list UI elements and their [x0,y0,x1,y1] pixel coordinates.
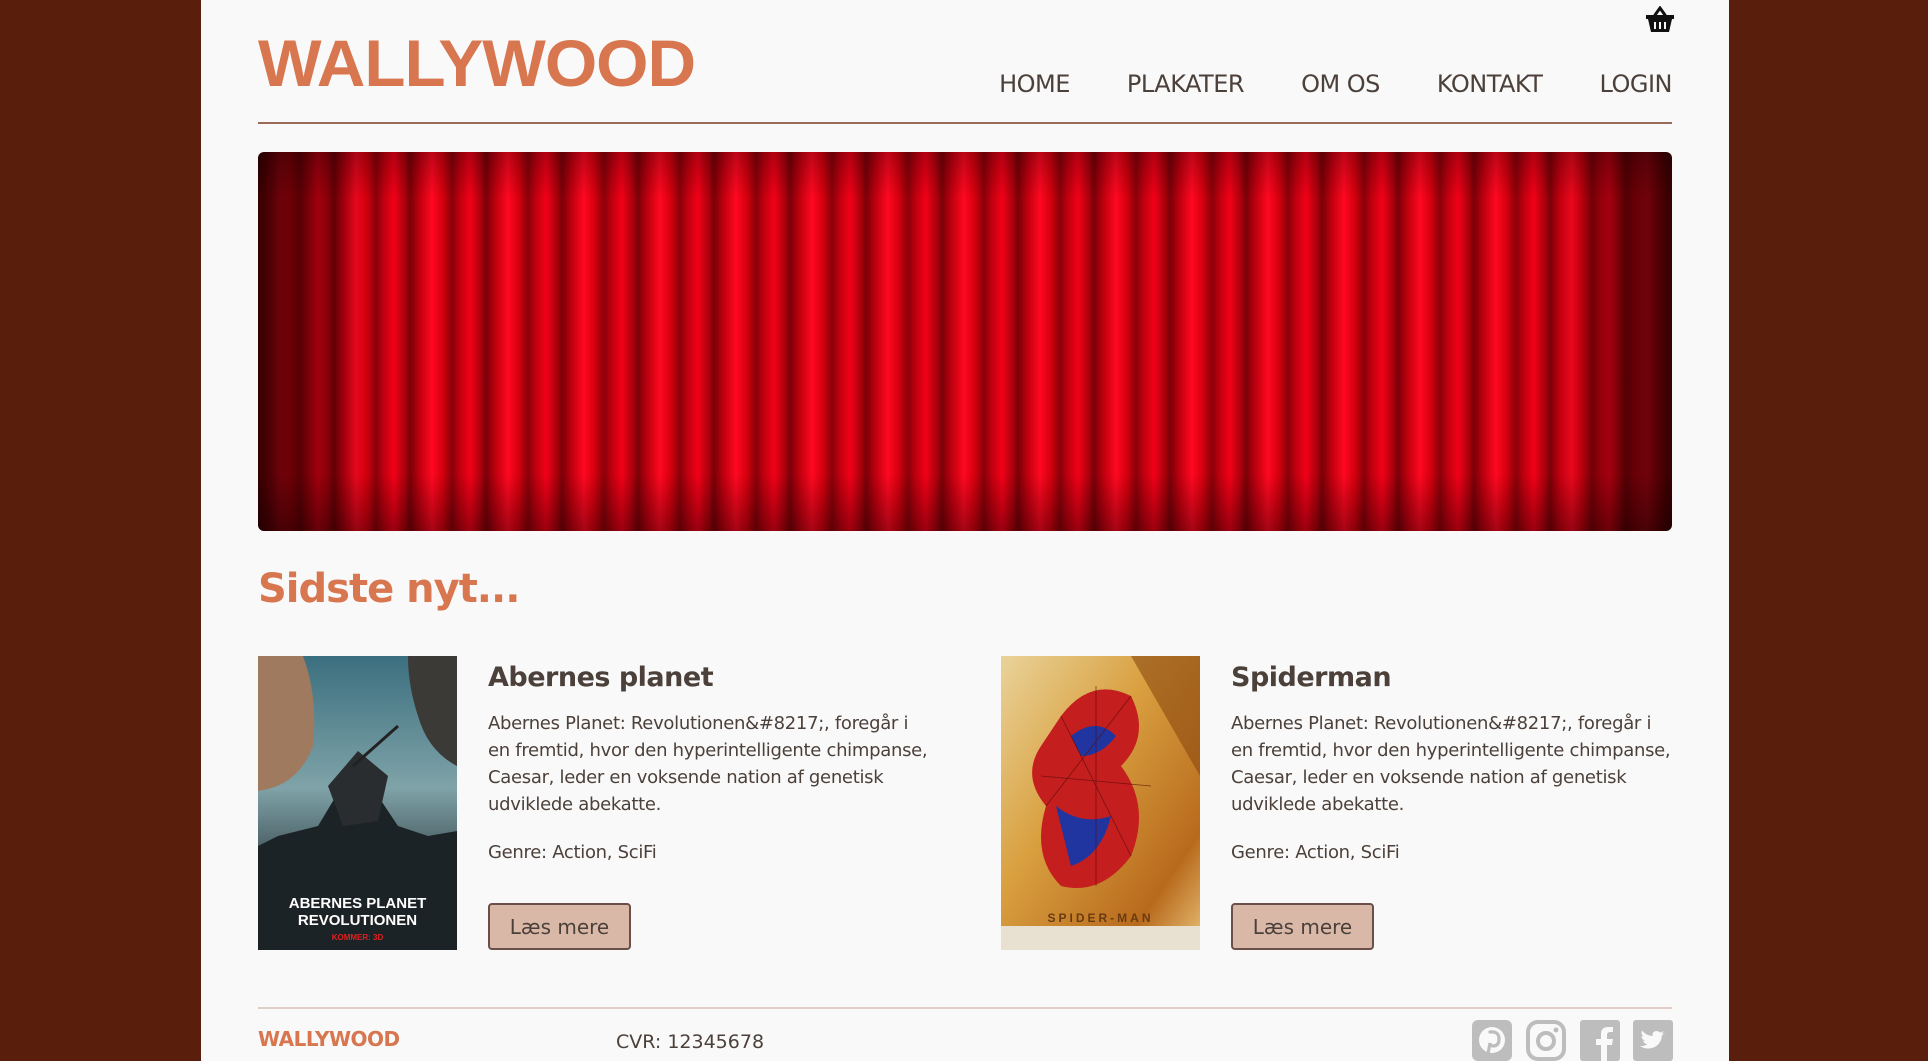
section-title-news: Sidste nyt... [258,566,520,612]
nav-item-om-os[interactable]: OM OS [1301,70,1380,98]
read-more-button[interactable]: Læs mere [488,903,631,950]
page-container: WALLYWOOD HOME PLAKATER OM OS KONTAKT LO… [201,0,1729,1061]
read-more-button[interactable]: Læs mere [1231,903,1374,950]
nav-item-home[interactable]: HOME [999,70,1070,98]
instagram-icon[interactable] [1526,1020,1566,1061]
svg-text:REVOLUTIONEN: REVOLUTIONEN [298,912,417,929]
basket-icon[interactable] [1644,6,1676,34]
footer-divider [258,1007,1672,1009]
card-genre: Genre: Action, SciFi [1231,842,1400,863]
twitter-icon[interactable] [1633,1020,1673,1061]
site-logo[interactable]: WALLYWOOD [258,30,696,96]
card-title: Spiderman [1231,662,1392,693]
card-description: Abernes Planet: Revolutionen&#8217;, for… [1231,713,1671,815]
card-title: Abernes planet [488,662,714,693]
hero-curtain-image [258,152,1672,531]
footer-logo: WALLYWOOD [258,1027,400,1051]
poster-abernes-planet[interactable]: ABERNES PLANET REVOLUTIONEN KOMMER: 3D [258,656,457,950]
footer-cvr: CVR: 12345678 [616,1031,765,1053]
svg-text:ABERNES PLANET: ABERNES PLANET [289,895,427,912]
card-genre: Genre: Action, SciFi [488,842,657,863]
card-description: Abernes Planet: Revolutionen&#8217;, for… [488,713,928,815]
svg-text:SPIDER-MAN: SPIDER-MAN [1047,911,1153,925]
news-card: ABERNES PLANET REVOLUTIONEN KOMMER: 3D A… [258,656,958,950]
poster-spiderman[interactable]: SPIDER-MAN [1001,656,1200,950]
nav-item-login[interactable]: LOGIN [1599,70,1672,98]
pinterest-icon[interactable] [1472,1020,1512,1061]
news-card: SPIDER-MAN Spiderman Abernes Planet: Rev… [1001,656,1701,950]
nav-item-kontakt[interactable]: KONTAKT [1437,70,1543,98]
main-nav: HOME PLAKATER OM OS KONTAKT LOGIN [942,70,1672,98]
facebook-icon[interactable] [1580,1020,1620,1061]
svg-text:KOMMER: 3D: KOMMER: 3D [332,933,384,942]
header-divider [258,122,1672,124]
nav-item-plakater[interactable]: PLAKATER [1127,70,1245,98]
